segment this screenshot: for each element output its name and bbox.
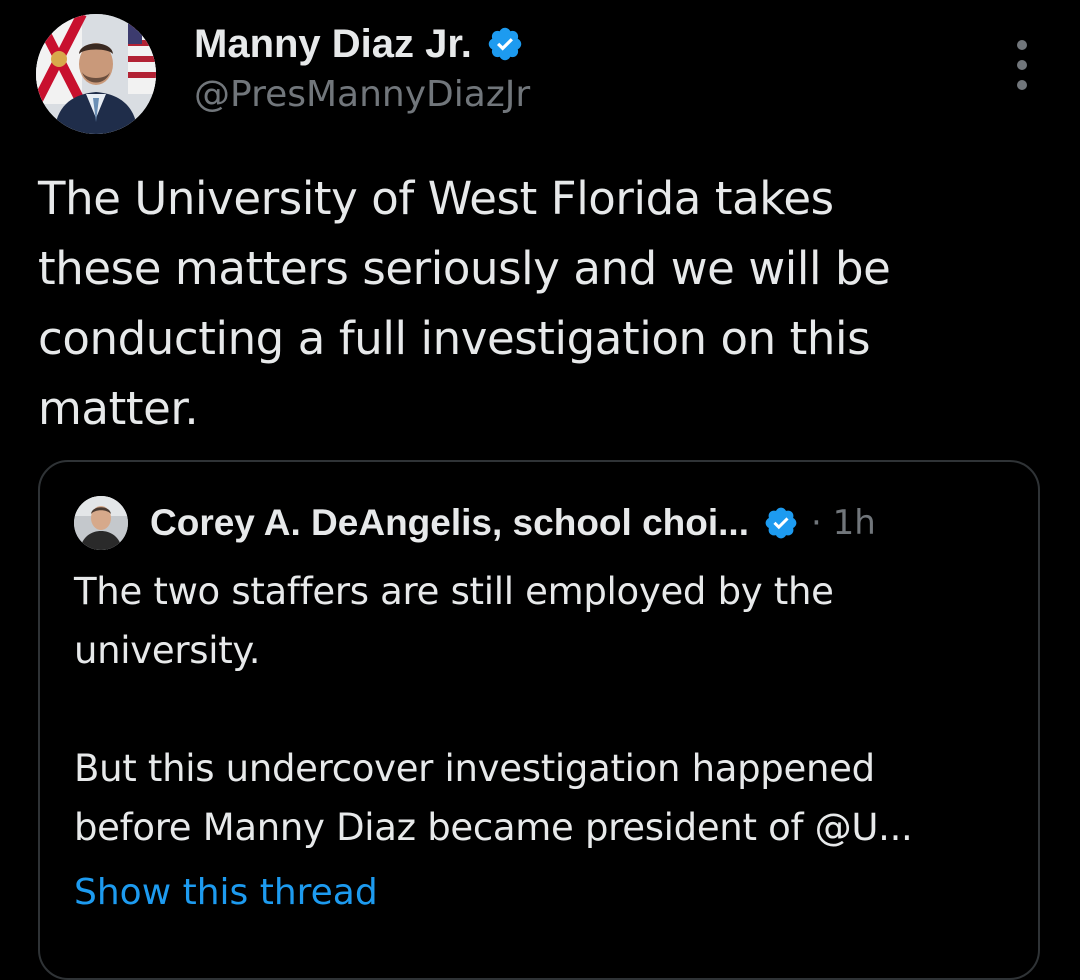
tweet-text: The University of West Florida takes the… xyxy=(38,172,891,435)
quoted-tweet-timestamp[interactable]: · 1h xyxy=(811,503,876,543)
author-display-name[interactable]: Manny Diaz Jr. xyxy=(194,22,472,67)
more-dot xyxy=(1017,60,1027,70)
tweet: Manny Diaz Jr. @PresMannyDiazJr The Univ… xyxy=(0,0,1080,980)
quoted-tweet-text: The two staffers are still employed by t… xyxy=(74,570,913,849)
more-dot xyxy=(1017,40,1027,50)
quoted-author-display-name[interactable]: Corey A. DeAngelis, school choi... xyxy=(150,502,749,544)
author-handle[interactable]: @PresMannyDiazJr xyxy=(194,74,530,115)
quoted-author-avatar[interactable] xyxy=(74,496,128,550)
more-dot xyxy=(1017,80,1027,90)
more-options-icon[interactable] xyxy=(1005,40,1039,90)
quoted-tweet[interactable]: Corey A. DeAngelis, school choi... · 1h … xyxy=(38,460,1040,980)
show-thread-link[interactable]: Show this thread xyxy=(74,872,378,913)
verified-badge-icon[interactable] xyxy=(763,505,799,541)
verified-badge-icon[interactable] xyxy=(486,25,524,63)
quoted-author-avatar-image xyxy=(74,496,128,550)
author-avatar[interactable] xyxy=(36,14,156,134)
quoted-tweet-header: Corey A. DeAngelis, school choi... · 1h xyxy=(74,496,876,550)
author-name-row: Manny Diaz Jr. xyxy=(194,18,524,70)
author-avatar-image xyxy=(36,14,156,134)
